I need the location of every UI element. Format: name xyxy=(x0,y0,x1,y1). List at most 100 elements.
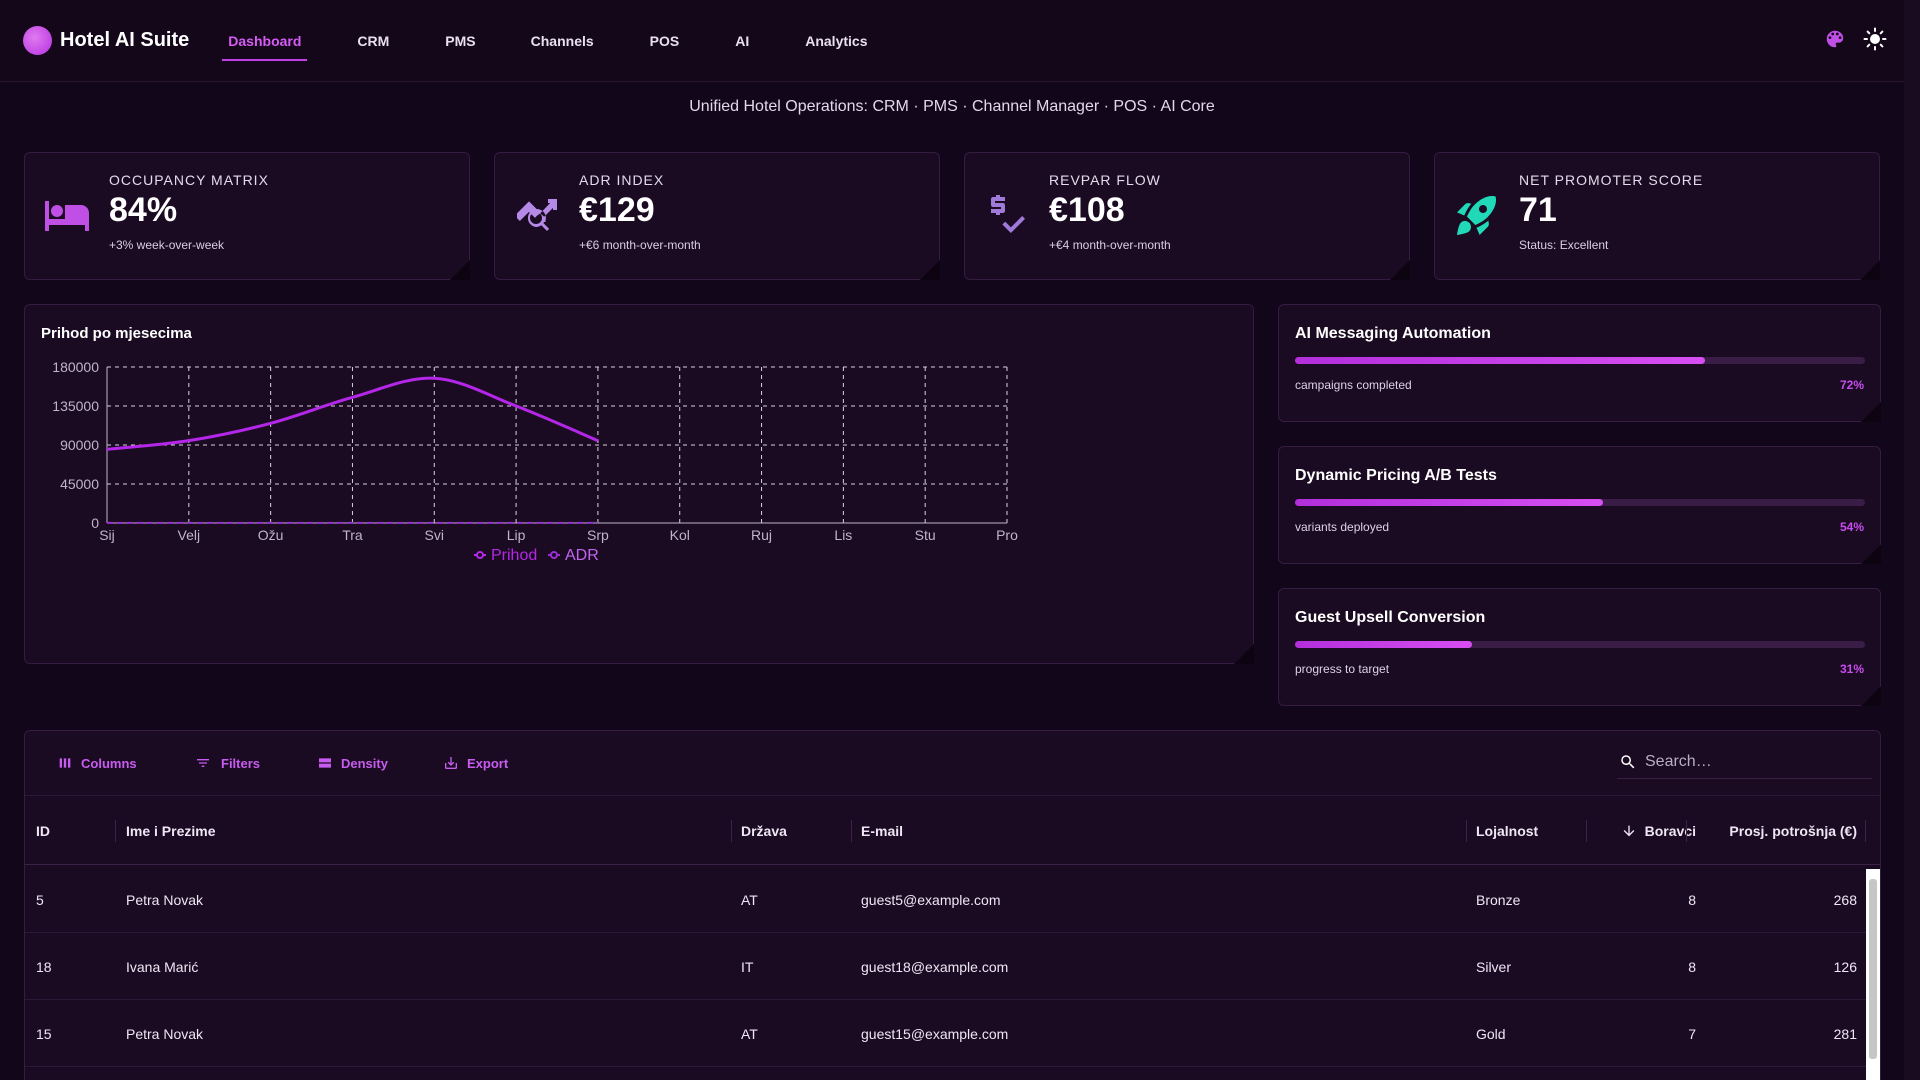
sun-icon[interactable] xyxy=(1862,26,1888,52)
progress-percent: 72% xyxy=(1839,378,1864,392)
cell-stays: 8 xyxy=(1688,958,1696,975)
kpi-note: Status: Excellent xyxy=(1519,238,1609,252)
legend-marker xyxy=(476,551,484,559)
cell-email: guest5@example.com xyxy=(861,891,1001,908)
kpi-value: €108 xyxy=(1049,191,1125,229)
y-tick-label: 45000 xyxy=(60,476,99,492)
cell-country: IT xyxy=(741,958,754,975)
cell-loyalty: Bronze xyxy=(1476,891,1521,908)
x-tick-label: Lip xyxy=(507,527,526,543)
table-row[interactable]: 5 Petra Novak AT guest5@example.com Bron… xyxy=(25,866,1868,933)
nav-tab-crm[interactable]: CRM xyxy=(357,0,389,82)
column-header-loyalty[interactable]: Lojalnost xyxy=(1476,796,1538,866)
export-button[interactable]: Export xyxy=(443,755,508,771)
column-header-country[interactable]: Država xyxy=(741,796,787,866)
nav-tab-channels[interactable]: Channels xyxy=(531,0,594,82)
grid-toolbar: Columns Filters Density Export xyxy=(25,731,1880,795)
guests-data-grid: Columns Filters Density Export ID Ime i … xyxy=(24,730,1881,1080)
cell-stays: 8 xyxy=(1688,891,1696,908)
grid-search xyxy=(1617,745,1872,779)
view-column-icon xyxy=(59,758,71,768)
density-button[interactable]: Density xyxy=(317,755,388,771)
nav-tab-pos[interactable]: POS xyxy=(650,0,680,82)
main-nav: Dashboard CRM PMS Channels POS AI Analyt… xyxy=(222,0,867,82)
app-title: Hotel AI Suite xyxy=(60,29,190,51)
column-header-id[interactable]: ID xyxy=(36,796,50,866)
app-logo[interactable]: Hotel AI Suite xyxy=(23,26,189,55)
revenue-line-chart: 180000 135000 90000 45000 0Sij Velj Ožu Tra Svi L… xyxy=(52,359,1018,564)
kpi-card-occupancy: OCCUPANCY MATRIX 84% +3% week-over-week xyxy=(24,152,470,280)
nav-tab-dashboard[interactable]: Dashboard xyxy=(222,0,308,82)
x-tick-label: Velj xyxy=(178,527,201,543)
cell-id: 5 xyxy=(36,891,44,908)
progress-card-dynamic-pricing: Dynamic Pricing A/B Tests variants deplo… xyxy=(1278,446,1881,564)
cell-country: AT xyxy=(741,1025,758,1042)
cell-name: Petra Novak xyxy=(126,1025,204,1042)
filters-button[interactable]: Filters xyxy=(193,755,260,771)
legend-label: Prihod xyxy=(491,547,537,564)
kpi-label: OCCUPANCY MATRIX xyxy=(109,172,269,188)
kpi-value: 71 xyxy=(1519,191,1557,229)
density-icon xyxy=(319,758,331,768)
filter-list-icon xyxy=(197,759,209,767)
logo-icon xyxy=(23,26,52,55)
kpi-label: ADR INDEX xyxy=(579,172,665,188)
kpi-card-revpar: REVPAR FLOW €108 +€4 month-over-month xyxy=(964,152,1410,280)
columns-label: Columns xyxy=(81,755,137,771)
cell-spend: 126 xyxy=(1833,958,1857,975)
column-header-email[interactable]: E-mail xyxy=(861,796,903,866)
progress-card-title: Dynamic Pricing A/B Tests xyxy=(1295,467,1497,484)
column-header-stays[interactable]: Boravci xyxy=(1596,796,1696,866)
progress-card-title: AI Messaging Automation xyxy=(1295,325,1491,342)
kpi-label: NET PROMOTER SCORE xyxy=(1519,172,1704,188)
column-header-spend[interactable]: Prosj. potrošnja (€) xyxy=(1696,796,1857,866)
x-tick-label: Srp xyxy=(587,527,609,543)
arrow-downward-icon[interactable] xyxy=(1621,823,1637,839)
progress-fill xyxy=(1295,499,1603,506)
x-tick-label: Ožu xyxy=(258,527,284,543)
y-tick-label: 0 xyxy=(91,515,99,531)
palette-icon[interactable] xyxy=(1822,26,1848,52)
top-app-bar: Hotel AI Suite Dashboard CRM PMS Channel… xyxy=(0,0,1904,82)
progress-card-upsell: Guest Upsell Conversion progress to targ… xyxy=(1278,588,1881,706)
progress-caption: variants deployed xyxy=(1295,520,1390,534)
nav-tab-ai[interactable]: AI xyxy=(735,0,749,82)
kpi-note: +€4 month-over-month xyxy=(1049,238,1171,252)
x-tick-label: Sij xyxy=(99,527,115,543)
price-check-icon xyxy=(983,191,1031,239)
grid-scrollbar[interactable] xyxy=(1866,869,1880,1080)
progress-percent: 31% xyxy=(1839,662,1864,676)
table-row[interactable]: 15 Petra Novak AT guest15@example.com Go… xyxy=(25,1000,1868,1067)
rocket-icon xyxy=(1453,191,1501,239)
search-input[interactable] xyxy=(1645,752,1855,771)
progress-card-ai-messaging: AI Messaging Automation campaigns comple… xyxy=(1278,304,1881,422)
progress-track xyxy=(1295,499,1865,506)
progress-percent: 54% xyxy=(1839,520,1864,534)
kpi-label: REVPAR FLOW xyxy=(1049,172,1161,188)
nav-tab-pms[interactable]: PMS xyxy=(445,0,475,82)
x-tick-label: Tra xyxy=(342,527,363,543)
y-tick-label: 135000 xyxy=(52,398,99,414)
cell-name: Ivana Marić xyxy=(126,958,199,975)
trend-search-icon xyxy=(513,191,561,239)
column-header-stays-label: Boravci xyxy=(1644,823,1696,839)
page-scrollbar[interactable] xyxy=(1904,0,1920,1080)
cell-id: 18 xyxy=(36,958,52,975)
nav-tab-analytics[interactable]: Analytics xyxy=(805,0,867,82)
table-row[interactable]: 18 Ivana Marić IT guest18@example.com Si… xyxy=(25,933,1868,1000)
x-tick-label: Ruj xyxy=(751,527,772,543)
table-row[interactable] xyxy=(25,1067,1868,1080)
legend-label: ADR xyxy=(565,547,599,564)
column-header-name[interactable]: Ime i Prezime xyxy=(126,796,216,866)
x-tick-label: Svi xyxy=(425,527,444,543)
series-line-prihod xyxy=(106,376,599,451)
cell-loyalty: Silver xyxy=(1476,958,1512,975)
columns-button[interactable]: Columns xyxy=(57,755,137,771)
cell-spend: 281 xyxy=(1833,1025,1857,1042)
kpi-value: €129 xyxy=(579,191,655,229)
progress-caption: campaigns completed xyxy=(1295,378,1412,392)
progress-caption: progress to target xyxy=(1295,662,1390,676)
grid-scrollbar-thumb[interactable] xyxy=(1869,879,1877,1059)
cell-loyalty: Gold xyxy=(1476,1025,1506,1042)
export-label: Export xyxy=(467,755,509,771)
